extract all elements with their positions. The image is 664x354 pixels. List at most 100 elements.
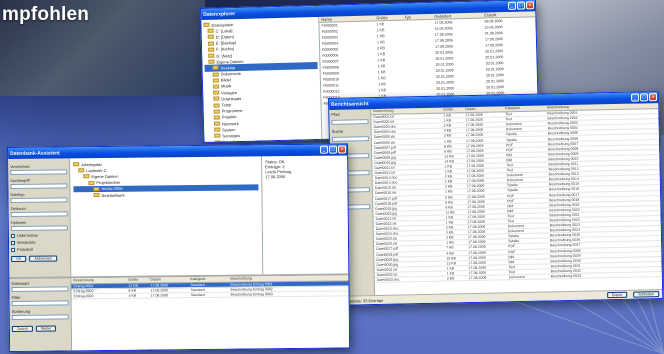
checkbox-icon[interactable] — [10, 233, 15, 238]
info-line: 17.08.2006 — [265, 174, 286, 180]
table-cell: 1 KB — [443, 138, 452, 144]
tree-item-label: Projektordner — [96, 179, 121, 186]
column-header[interactable]: Größe — [374, 15, 402, 21]
table-cell: 1 KB — [444, 169, 453, 174]
filter-label: Suche — [331, 128, 344, 134]
table-cell: 6 KB — [444, 149, 452, 154]
close-icon[interactable]: × — [648, 93, 658, 102]
assistant-tree[interactable]: Arbeitsplatz Laufwerk C: Eigene Dateien Pro… — [70, 156, 264, 277]
maximize-icon[interactable]: □ — [639, 93, 649, 102]
assistant-result-list[interactable]: Bezeichnung Größe Datum Kategorie Beschreibu… — [71, 275, 350, 352]
option-checkbox[interactable]: Protokoll — [11, 246, 68, 252]
table-cell: 9 KB — [445, 205, 453, 210]
folder-icon — [214, 140, 221, 143]
report-table[interactable]: Bezeichnung Größe Datum Kategorie Beschreibu… — [371, 103, 663, 296]
checkbox-icon[interactable] — [10, 240, 16, 245]
tree-item-label: E: [Backup] — [215, 40, 237, 46]
table-cell: Bild — [506, 158, 513, 163]
table-cell: Dokument — [507, 224, 524, 229]
folder-icon — [203, 22, 210, 28]
table-cell: Text — [505, 117, 512, 122]
filter-field[interactable] — [331, 119, 369, 125]
cancel-button[interactable]: Abbrechen — [29, 255, 57, 262]
minimize-icon[interactable]: _ — [630, 93, 640, 102]
column-header[interactable]: Datum — [463, 106, 503, 112]
file-cell: 1 KB — [376, 28, 385, 33]
option-checkbox[interactable]: Versteckte — [10, 239, 68, 245]
folder-icon — [73, 162, 80, 167]
folder-tree[interactable]: Dateisystem C: [Lokal] D: [Daten] E: [Backu… — [201, 16, 323, 143]
folder-icon — [88, 180, 95, 185]
folder-icon — [213, 121, 221, 126]
tree-item-label: Arbeitsplatz — [81, 161, 103, 167]
filter-label: Pfad — [331, 111, 340, 117]
table-cell: Bild — [507, 203, 514, 209]
table-cell: PDF — [505, 142, 514, 147]
table-cell: 1 KB — [446, 240, 454, 245]
bottom-field[interactable] — [11, 300, 69, 306]
checkbox-icon[interactable] — [11, 247, 16, 252]
table-cell: Standard — [190, 288, 205, 293]
table-cell: Tabelle — [507, 234, 520, 239]
back-button[interactable]: Zurück — [11, 325, 33, 332]
table-cell: Dokument — [507, 229, 524, 234]
option-field[interactable] — [10, 225, 68, 231]
table-cell: Bild — [506, 152, 513, 158]
option-label: Dateityp — [10, 192, 25, 197]
column-header[interactable]: Kategorie — [503, 105, 545, 111]
bottom-field[interactable] — [11, 314, 69, 320]
table-cell: Standard — [190, 282, 205, 288]
folder-icon — [213, 90, 220, 95]
file-cell — [404, 83, 434, 84]
minimize-icon[interactable]: _ — [320, 145, 329, 154]
option-field[interactable] — [10, 211, 68, 217]
filter-field[interactable] — [331, 136, 369, 142]
table-cell: Eintrag-0002 — [73, 289, 94, 294]
folder-icon — [208, 59, 215, 65]
maximize-icon[interactable]: □ — [329, 145, 338, 154]
close-icon[interactable]: × — [338, 145, 347, 154]
table-cell: 17.08.2006 — [467, 224, 486, 230]
column-header[interactable]: Größe — [126, 278, 148, 283]
close-icon[interactable]: × — [525, 1, 535, 10]
folder-icon — [93, 193, 100, 198]
option-field[interactable] — [10, 197, 68, 203]
column-header[interactable]: Kategorie — [188, 277, 228, 282]
ok-button[interactable]: OK — [11, 255, 27, 262]
explorer-title: Dateiexplorer — [203, 10, 236, 18]
table-cell: 17.08.2006 — [467, 229, 486, 235]
tree-item-label: D: [Daten] — [215, 34, 234, 40]
table-cell: 17.08.2006 — [466, 168, 485, 174]
table-cell: 5 KB — [445, 194, 453, 200]
tree-item-label: Desktop — [220, 65, 236, 71]
column-header[interactable]: Größe — [441, 107, 463, 112]
table-cell: 17.08.2006 — [467, 194, 485, 199]
option-label: Verzeichnis — [10, 164, 30, 169]
file-cell: 1 KB — [376, 34, 385, 39]
option-label: Optionen — [10, 220, 27, 225]
table-cell: 2 KB — [446, 276, 455, 281]
next-button[interactable]: Weiter — [35, 325, 57, 332]
file-cell — [404, 77, 434, 78]
assistant-window[interactable]: Datenbank-Assistent _ □ × Verzeichnis Suc… — [7, 143, 351, 352]
option-field[interactable] — [10, 183, 68, 189]
table-cell: 17.08.2006 — [466, 163, 485, 169]
table-cell: 11 KB — [445, 210, 455, 215]
maximize-icon[interactable]: □ — [516, 1, 526, 10]
folder-icon — [214, 133, 221, 139]
column-header[interactable]: Datum — [148, 277, 188, 282]
tree-item[interactable]: Netzlaufwerk — [73, 190, 258, 198]
assistant-title: Datenbank-Assistent — [10, 149, 60, 157]
option-field[interactable] — [10, 169, 68, 175]
table-cell: 17.08.2006 — [468, 250, 486, 255]
tree-item-label: F: [Archiv] — [216, 46, 235, 52]
bottom-field[interactable] — [11, 286, 69, 292]
table-cell: Standard — [190, 293, 205, 298]
minimize-icon[interactable]: _ — [507, 1, 517, 10]
option-checkbox[interactable]: Unterordner — [10, 232, 68, 238]
column-header[interactable]: Bezeichnung — [71, 278, 126, 284]
column-header[interactable]: Typ — [402, 14, 432, 20]
export-button[interactable]: Export — [606, 291, 628, 299]
close-button[interactable]: Schließen — [633, 291, 660, 298]
report-window[interactable]: Berichtsansicht _ □ × PfadSucheFilterTyp… — [328, 91, 664, 306]
